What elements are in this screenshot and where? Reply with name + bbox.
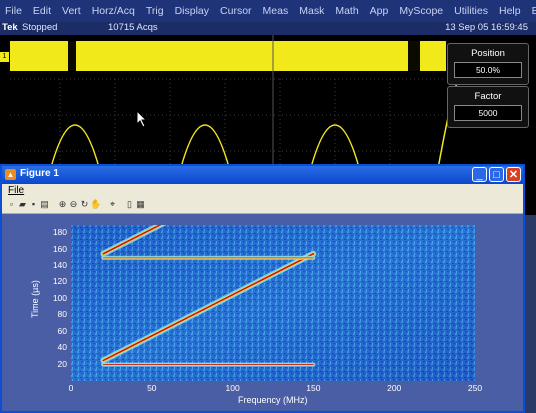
spectrogram [71, 225, 475, 381]
y-tick-label: 140 [52, 260, 67, 271]
factor-label: Factor [474, 91, 502, 102]
y-tick-label: 20 [57, 358, 67, 369]
figure-titlebar[interactable]: ▲ Figure 1 _ □ ✕ [2, 166, 523, 184]
x-tick-label: 150 [306, 383, 321, 393]
close-button[interactable]: ✕ [506, 167, 521, 182]
factor-control[interactable]: Factor 5000 [447, 86, 529, 128]
scope-menu-meas[interactable]: Meas [258, 5, 295, 17]
scope-menubar: File Edit Vert Horz/Acq Trig Display Cursor Mea… [0, 0, 536, 23]
x-tick-label: 200 [387, 383, 402, 393]
position-control[interactable]: Position 50.0% [447, 43, 529, 85]
position-label: Position [471, 48, 505, 59]
scope-menu-horz-acq[interactable]: Horz/Acq [87, 5, 141, 17]
open-icon[interactable]: ▰ [17, 199, 28, 210]
scope-menu-help[interactable]: Help [494, 5, 527, 17]
y-axis-label: Time (µs) [30, 280, 40, 318]
maximize-button[interactable]: □ [489, 167, 504, 182]
scope-menu-mask[interactable]: Mask [294, 5, 330, 17]
scope-menu-vert[interactable]: Vert [57, 5, 87, 17]
y-tick-label: 60 [57, 325, 67, 336]
scope-menu-display[interactable]: Display [170, 5, 215, 17]
y-tick-label: 100 [52, 292, 67, 303]
scope-datetime: 13 Sep 05 16:59:45 [445, 22, 528, 33]
scope-menu-cursor[interactable]: Cursor [215, 5, 258, 17]
new-icon[interactable]: ▫ [6, 199, 17, 210]
scope-status-bar: Tek Stopped 10715 Acqs 13 Sep 05 16:59:4… [0, 22, 536, 35]
scope-menu-button[interactable]: Button [527, 5, 536, 17]
scope-menu-file[interactable]: File [0, 5, 28, 17]
scope-menu-utilities[interactable]: Utilities [449, 5, 494, 17]
scope-menu-app[interactable]: App [365, 5, 395, 17]
scope-menu-myscope[interactable]: MyScope [394, 5, 449, 17]
x-tick-label: 0 [68, 383, 74, 393]
pan-icon[interactable]: ✋ [90, 199, 101, 210]
data-cursor-icon[interactable]: ⌖ [107, 199, 118, 210]
run-status: Stopped [22, 22, 58, 33]
save-icon[interactable]: ▪ [28, 199, 39, 210]
colorbar-icon[interactable]: ▯ [124, 199, 135, 210]
scope-menu-math[interactable]: Math [330, 5, 364, 17]
x-tick-label: 100 [225, 383, 240, 393]
x-axis-label: Frequency (MHz) [238, 395, 308, 405]
figure-menubar: File [2, 184, 523, 197]
position-value[interactable]: 50.0% [454, 62, 522, 78]
x-tick-label: 50 [147, 383, 157, 393]
matlab-icon: ▲ [5, 169, 16, 180]
legend-icon[interactable]: ▦ [135, 199, 146, 210]
rotate-icon[interactable]: ↻ [79, 199, 90, 210]
acquisition-count: 10715 Acqs [108, 22, 158, 33]
minimize-button[interactable]: _ [472, 167, 487, 182]
menu-file[interactable]: File [8, 185, 24, 196]
factor-value[interactable]: 5000 [454, 105, 522, 121]
y-tick-label: 180 [52, 227, 67, 238]
scope-menu-trig[interactable]: Trig [141, 5, 170, 17]
x-tick-label: 250 [467, 383, 483, 393]
y-tick-label: 80 [57, 309, 67, 320]
zoom-out-icon[interactable]: ⊖ [68, 199, 79, 210]
figure-title: Figure 1 [20, 168, 59, 179]
mouse-pointer-icon [136, 110, 148, 128]
tek-logo: Tek [2, 22, 18, 33]
y-tick-label: 160 [52, 243, 67, 254]
y-tick-label: 120 [52, 276, 67, 287]
y-tick-label: 40 [57, 342, 67, 353]
zoom-in-icon[interactable]: ⊕ [57, 199, 68, 210]
print-icon[interactable]: ▤ [39, 199, 50, 210]
scope-menu-edit[interactable]: Edit [28, 5, 57, 17]
figure-toolbar: ▫ ▰ ▪ ▤ ⊕ ⊖ ↻ ✋ ⌖ ▯ ▦ [2, 197, 523, 214]
